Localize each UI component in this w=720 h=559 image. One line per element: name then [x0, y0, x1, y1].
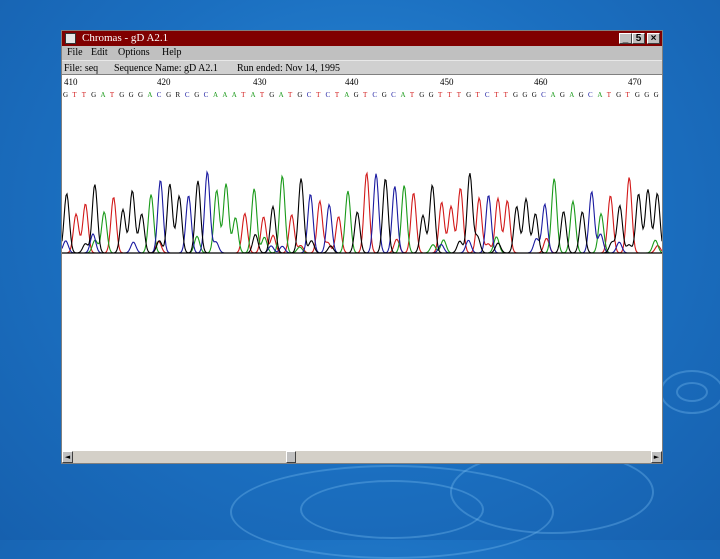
base-call: T: [82, 91, 87, 99]
ruler-tick-label: 460: [534, 77, 548, 87]
ruler-tick-label: 440: [345, 77, 359, 87]
ruler-tick-label: 430: [253, 77, 267, 87]
base-call: T: [241, 91, 246, 99]
sequence-name: Sequence Name: gD A2.1: [114, 63, 218, 74]
base-call: T: [110, 91, 115, 99]
base-call: C: [204, 91, 209, 99]
app-icon[interactable]: [65, 33, 76, 44]
chromatogram: 410 420 430 440 450 460 470 GTTGATGGGACGRCGCAA…: [62, 77, 662, 254]
restore-button[interactable]: 5: [632, 33, 645, 44]
menu-bar: File Edit Options Help: [62, 46, 662, 60]
base-call: T: [260, 91, 265, 99]
base-call: G: [532, 91, 537, 99]
base-call: A: [597, 91, 602, 99]
menu-options[interactable]: Options: [118, 46, 150, 60]
menu-edit[interactable]: Edit: [91, 46, 108, 60]
base-call: G: [419, 91, 424, 99]
base-calls: GTTGATGGGACGRCGCAAATATGATGCTCTAGTCGCATGG…: [63, 91, 659, 99]
base-call: T: [335, 91, 340, 99]
base-call: G: [354, 91, 359, 99]
base-call: G: [194, 91, 199, 99]
base-call: T: [447, 91, 452, 99]
trace-T: [62, 171, 662, 254]
base-call: T: [504, 91, 509, 99]
base-call: A: [569, 91, 574, 99]
base-call: T: [410, 91, 415, 99]
scroll-left-button[interactable]: ◄: [62, 451, 73, 463]
base-call: G: [635, 91, 640, 99]
base-call: G: [138, 91, 143, 99]
base-call: A: [222, 91, 227, 99]
base-call: G: [119, 91, 124, 99]
scroll-right-button[interactable]: ►: [651, 451, 662, 463]
base-call: C: [372, 91, 377, 99]
minimize-button[interactable]: _: [619, 33, 632, 44]
base-call: T: [494, 91, 499, 99]
base-call: G: [382, 91, 387, 99]
title-bar[interactable]: Chromas - gD A2.1 _ 5 ×: [62, 31, 662, 46]
base-call: C: [157, 91, 162, 99]
horizontal-scrollbar[interactable]: ◄ ►: [62, 451, 662, 463]
base-call: T: [72, 91, 77, 99]
window-title: Chromas - gD A2.1: [82, 32, 169, 44]
base-call: A: [551, 91, 556, 99]
base-call: G: [91, 91, 96, 99]
chromas-window: Chromas - gD A2.1 _ 5 × File Edit Option…: [61, 30, 663, 464]
background-ripple: [676, 382, 708, 402]
menu-help[interactable]: Help: [162, 46, 181, 60]
base-call: T: [363, 91, 368, 99]
base-call: C: [307, 91, 312, 99]
base-call: G: [63, 91, 68, 99]
base-call: T: [457, 91, 462, 99]
base-call: C: [391, 91, 396, 99]
base-call: G: [579, 91, 584, 99]
file-name: File: seq: [64, 63, 99, 74]
base-call: T: [476, 91, 481, 99]
base-call: T: [438, 91, 443, 99]
base-call: C: [326, 91, 331, 99]
base-call: R: [176, 91, 181, 99]
base-call: T: [607, 91, 612, 99]
info-bar: File: seq Sequence Name: gD A2.1 Run end…: [62, 60, 662, 75]
base-call: G: [560, 91, 565, 99]
base-call: G: [297, 91, 302, 99]
base-call: C: [485, 91, 490, 99]
run-ended: Run ended: Nov 14, 1995: [237, 63, 341, 74]
base-call: G: [522, 91, 527, 99]
position-ruler: 410 420 430 440 450 460 470: [64, 77, 642, 87]
base-call: A: [147, 91, 152, 99]
base-call: G: [513, 91, 518, 99]
ruler-tick-label: 420: [157, 77, 171, 87]
scroll-thumb[interactable]: [286, 451, 296, 463]
base-call: A: [279, 91, 284, 99]
ruler-tick-label: 410: [64, 77, 78, 87]
base-call: C: [185, 91, 190, 99]
base-call: A: [401, 91, 406, 99]
base-call: T: [316, 91, 321, 99]
ruler-tick-label: 450: [440, 77, 454, 87]
base-call: A: [251, 91, 256, 99]
base-call: G: [429, 91, 434, 99]
base-call: G: [616, 91, 621, 99]
base-call: C: [588, 91, 593, 99]
base-call: G: [166, 91, 171, 99]
base-call: G: [269, 91, 274, 99]
base-call: G: [466, 91, 471, 99]
menu-file[interactable]: File: [67, 46, 83, 60]
base-call: G: [129, 91, 134, 99]
base-call: T: [288, 91, 293, 99]
close-button[interactable]: ×: [647, 33, 660, 44]
base-call: A: [232, 91, 237, 99]
base-call: A: [101, 91, 106, 99]
base-call: A: [213, 91, 218, 99]
base-call: G: [644, 91, 649, 99]
base-call: T: [626, 91, 631, 99]
trace-lines: [62, 170, 662, 254]
base-call: A: [344, 91, 349, 99]
base-call: C: [541, 91, 546, 99]
base-call: G: [654, 91, 659, 99]
chromatogram-panel[interactable]: 410 420 430 440 450 460 470 GTTGATGGGACGRCGCAA…: [62, 75, 662, 451]
ruler-tick-label: 470: [628, 77, 642, 87]
